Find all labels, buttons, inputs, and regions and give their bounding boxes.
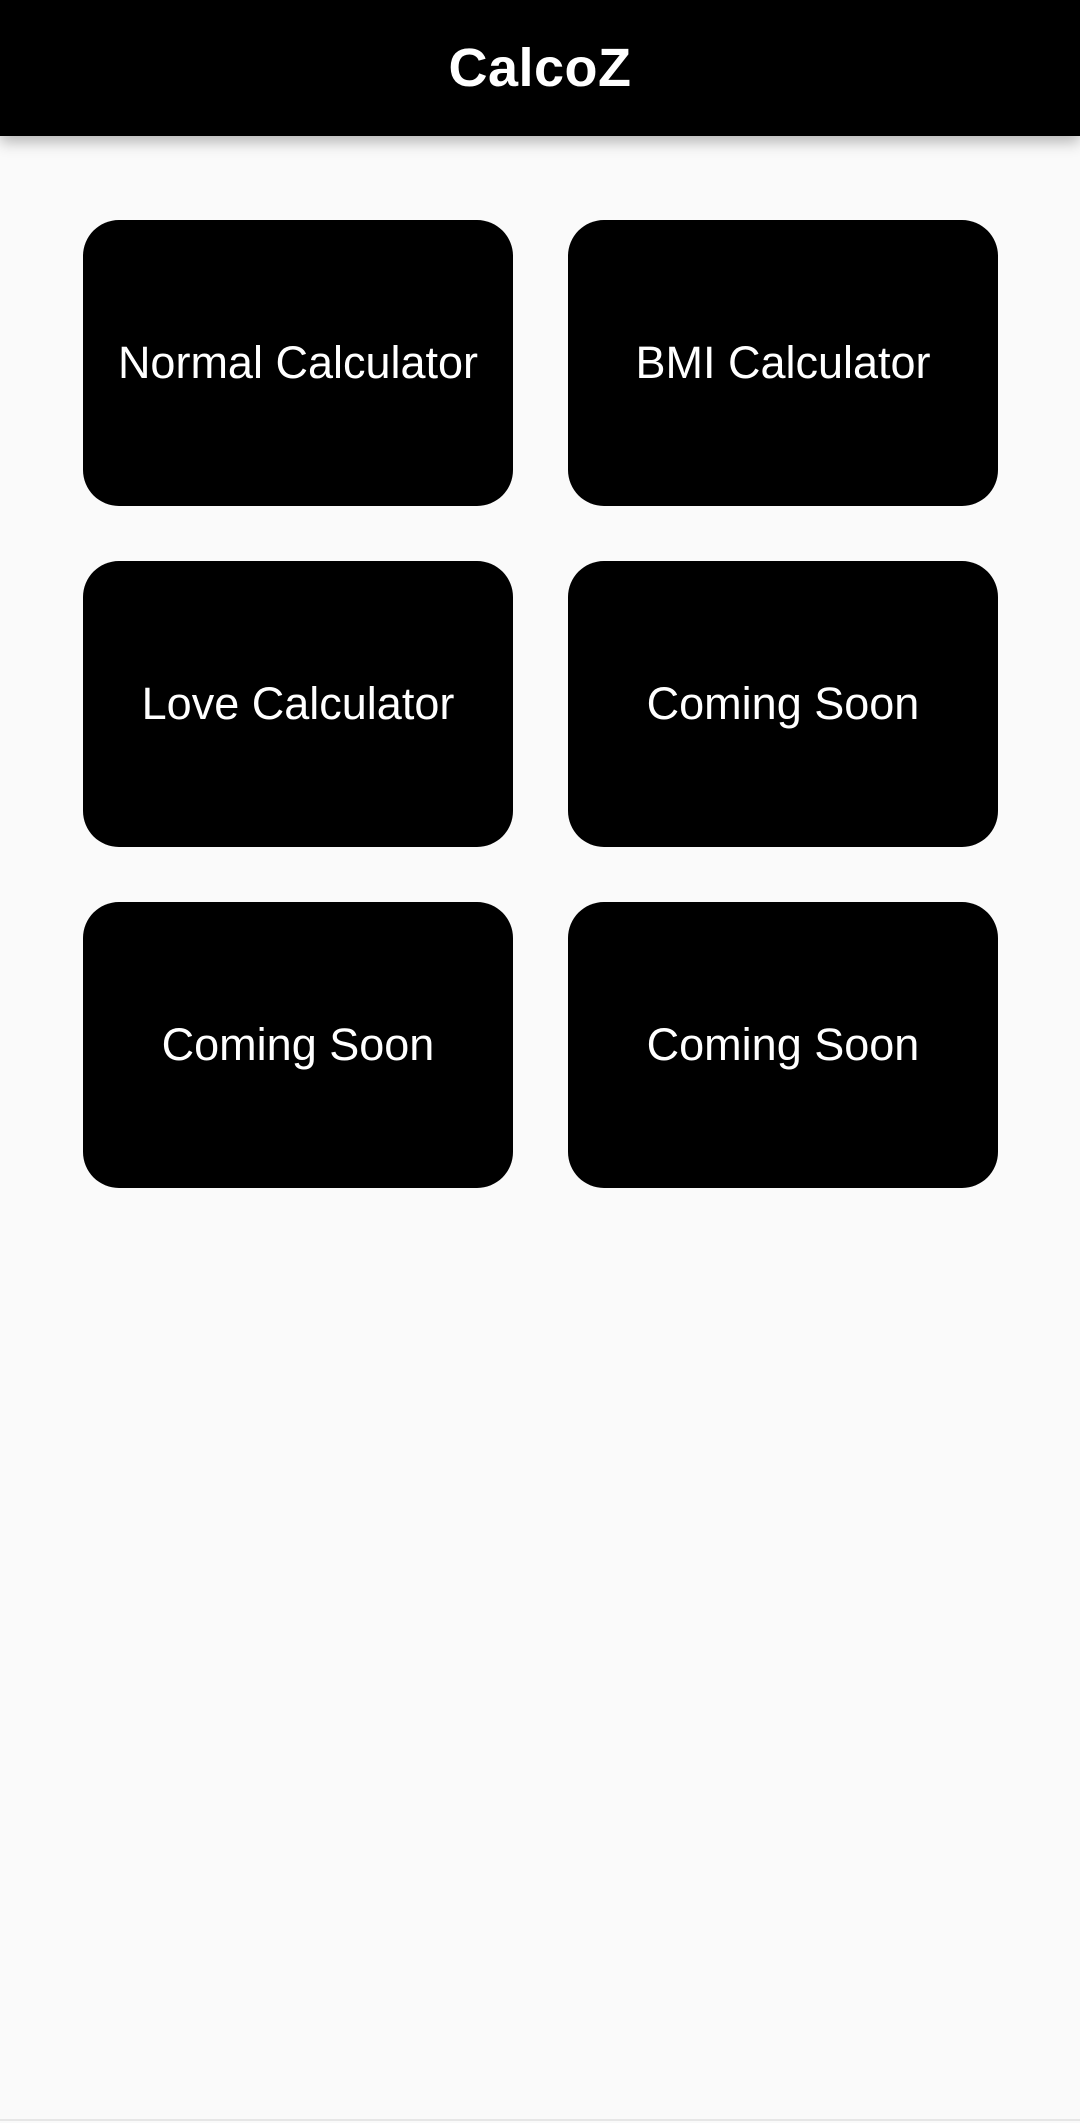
tile-label: Love Calculator	[141, 678, 455, 729]
tile-label: Coming Soon	[646, 678, 920, 729]
tile-label: Coming Soon	[646, 1019, 920, 1070]
normal-calculator-button[interactable]: Normal Calculator	[83, 220, 513, 506]
tile-label: Normal Calculator	[117, 337, 479, 388]
calculator-grid: Normal Calculator BMI Calculator Love Ca…	[83, 220, 998, 1188]
love-calculator-button[interactable]: Love Calculator	[83, 561, 513, 847]
app-title: CalcoZ	[448, 38, 632, 98]
coming-soon-button-3[interactable]: Coming Soon	[568, 902, 998, 1188]
coming-soon-button-2[interactable]: Coming Soon	[83, 902, 513, 1188]
tile-label: BMI Calculator	[635, 337, 931, 388]
coming-soon-button-1[interactable]: Coming Soon	[568, 561, 998, 847]
app-bar: CalcoZ	[0, 0, 1080, 136]
tile-label: Coming Soon	[161, 1019, 435, 1070]
bottom-divider	[0, 2119, 1080, 2121]
bmi-calculator-button[interactable]: BMI Calculator	[568, 220, 998, 506]
